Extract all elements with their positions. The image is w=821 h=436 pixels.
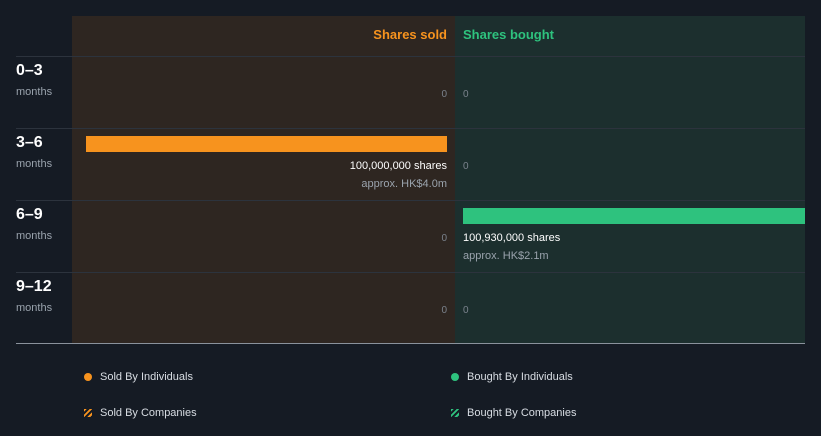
legend-bought-companies[interactable]: Bought By Companies: [451, 407, 576, 419]
legend-label: Sold By Companies: [100, 407, 197, 419]
legend-label: Sold By Individuals: [100, 371, 193, 383]
row-label-3-6: 3–6 months: [16, 134, 52, 170]
legend-dot-icon: [84, 373, 92, 381]
legend-label: Bought By Companies: [467, 407, 577, 419]
bought-panel: [455, 16, 805, 343]
sold-shares-label: 100,000,000 shares: [349, 160, 447, 172]
legend-bought-individuals[interactable]: Bought By Individuals: [451, 371, 573, 383]
row-divider: [16, 56, 805, 57]
bought-bar-6-9: [463, 208, 805, 224]
row-range: 0–3: [16, 62, 43, 79]
legend-hatch-icon: [84, 409, 92, 417]
bought-zero-label: 0: [463, 305, 469, 316]
legend-sold-companies[interactable]: Sold By Companies: [84, 407, 197, 419]
legend-dot-icon: [451, 373, 459, 381]
row-divider: [16, 128, 805, 129]
legend-label: Bought By Individuals: [467, 371, 573, 383]
chart-baseline: [16, 343, 805, 344]
row-unit: months: [16, 158, 53, 170]
row-range: 6–9: [16, 206, 43, 223]
row-unit: months: [16, 86, 53, 98]
row-divider: [16, 272, 805, 273]
header-shares-sold: Shares sold: [373, 27, 447, 42]
sold-zero-label: 0: [441, 89, 447, 100]
bought-shares-label: 100,930,000 shares: [463, 232, 561, 244]
legend-hatch-icon: [451, 409, 459, 417]
row-label-6-9: 6–9 months: [16, 206, 52, 242]
header-shares-bought: Shares bought: [463, 27, 555, 42]
legend-sold-individuals[interactable]: Sold By Individuals: [84, 371, 193, 383]
sold-approx-label: approx. HK$4.0m: [361, 178, 447, 190]
row-unit: months: [16, 302, 53, 314]
row-label-0-3: 0–3 months: [16, 62, 52, 98]
row-divider: [16, 200, 805, 201]
bought-zero-label: 0: [463, 161, 469, 172]
sold-zero-label: 0: [441, 233, 447, 244]
sold-bar-3-6: [86, 136, 447, 152]
row-unit: months: [16, 230, 53, 242]
sold-zero-label: 0: [441, 305, 447, 316]
row-label-9-12: 9–12 months: [16, 278, 52, 314]
bought-approx-label: approx. HK$2.1m: [463, 250, 549, 262]
bought-zero-label: 0: [463, 89, 469, 100]
row-range: 3–6: [16, 134, 43, 151]
row-range: 9–12: [16, 278, 52, 295]
